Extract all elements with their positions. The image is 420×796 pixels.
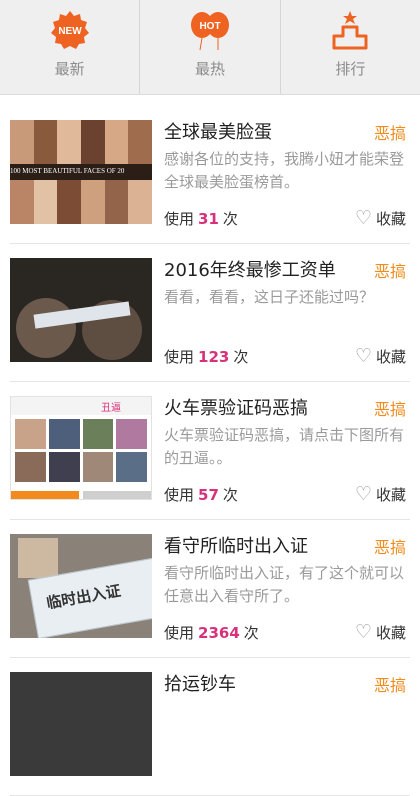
category-tag: 恶搞 bbox=[373, 124, 406, 143]
item-title: 2016年终最惨工资单 bbox=[164, 260, 336, 281]
favorite-button[interactable]: ♡ 收藏 bbox=[355, 346, 406, 367]
category-tag: 恶搞 bbox=[373, 262, 406, 281]
tab-ranking[interactable]: 排行 bbox=[279, 0, 420, 94]
usage-count: 使用 123 次 bbox=[164, 348, 249, 366]
item-title: 拾运钞车 bbox=[164, 674, 236, 695]
heart-icon: ♡ bbox=[354, 345, 372, 367]
hot-balloon-icon: HOT bbox=[190, 12, 229, 51]
meme-template-list: 100 MOST BEAUTIFUL FACES OF 20 全球最美脸蛋 恶搞… bbox=[0, 106, 420, 796]
list-item[interactable]: 拾运钞车 恶搞 bbox=[10, 658, 410, 796]
heart-icon: ♡ bbox=[354, 483, 372, 505]
item-description: 看看，看看，这日子还能过吗？ bbox=[164, 288, 375, 306]
thumbnail-armored-truck bbox=[10, 672, 152, 776]
item-description: 火车票验证码恶搞，请点击下图所有的丑逼。。 bbox=[164, 426, 405, 467]
favorite-button[interactable]: ♡ 收藏 bbox=[355, 622, 406, 643]
podium-icon bbox=[332, 11, 368, 50]
usage-count: 使用 57 次 bbox=[164, 486, 238, 504]
tab-hottest-label: 最热 bbox=[194, 60, 225, 78]
list-item[interactable]: 临时出入证 看守所临时出入证 恶搞 看守所临时出入证，有了这个就可以任意出入看守… bbox=[10, 520, 410, 658]
thumbnail-captcha: 丑逼 bbox=[10, 396, 152, 500]
list-item[interactable]: 2016年终最惨工资单 恶搞 看看，看看，这日子还能过吗？ 使用 123 次 ♡ 收藏 bbox=[10, 244, 410, 382]
category-tag: 恶搞 bbox=[373, 538, 406, 557]
heart-icon: ♡ bbox=[354, 207, 372, 229]
usage-count: 使用 31 次 bbox=[164, 210, 238, 228]
category-tag: 恶搞 bbox=[373, 676, 406, 695]
top-tab-bar: NEW 最新 HOT 最热 排行 bbox=[0, 0, 420, 95]
list-item[interactable]: 丑逼 火车票验证码恶搞 恶搞 火车票验证码恶搞，请点击下图所有的丑逼。。 使用 5… bbox=[10, 382, 410, 520]
tab-newest-label: 最新 bbox=[54, 60, 85, 78]
svg-text:HOT: HOT bbox=[199, 21, 220, 32]
item-title: 全球最美脸蛋 bbox=[164, 122, 272, 143]
new-badge-icon: NEW bbox=[50, 11, 89, 49]
thumbnail-beautiful-faces: 100 MOST BEAUTIFUL FACES OF 20 bbox=[10, 120, 152, 224]
heart-icon: ♡ bbox=[354, 621, 372, 643]
list-item[interactable]: 100 MOST BEAUTIFUL FACES OF 20 全球最美脸蛋 恶搞… bbox=[10, 106, 410, 244]
favorite-button[interactable]: ♡ 收藏 bbox=[355, 484, 406, 505]
item-title: 火车票验证码恶搞 bbox=[164, 398, 308, 419]
thumbnail-payslip bbox=[10, 258, 152, 362]
favorite-button[interactable]: ♡ 收藏 bbox=[355, 208, 406, 229]
item-title: 看守所临时出入证 bbox=[164, 536, 308, 557]
svg-text:NEW: NEW bbox=[58, 26, 82, 37]
tab-newest[interactable]: NEW 最新 bbox=[0, 0, 139, 94]
tab-ranking-label: 排行 bbox=[335, 60, 366, 78]
usage-count: 使用 2364 次 bbox=[164, 624, 259, 642]
tab-hottest[interactable]: HOT 最热 bbox=[139, 0, 279, 94]
category-tag: 恶搞 bbox=[373, 400, 406, 419]
thumbnail-detention-pass: 临时出入证 bbox=[10, 534, 152, 638]
thumbnail-caption: 100 MOST BEAUTIFUL FACES OF 20 bbox=[10, 167, 125, 175]
item-description: 感谢各位的支持，我腾小妞才能荣登全球最美脸蛋榜首。 bbox=[164, 150, 405, 191]
thumbnail-caption: 丑逼 bbox=[101, 403, 121, 414]
item-description: 看守所临时出入证，有了这个就可以任意出入看守所了。 bbox=[164, 564, 405, 605]
